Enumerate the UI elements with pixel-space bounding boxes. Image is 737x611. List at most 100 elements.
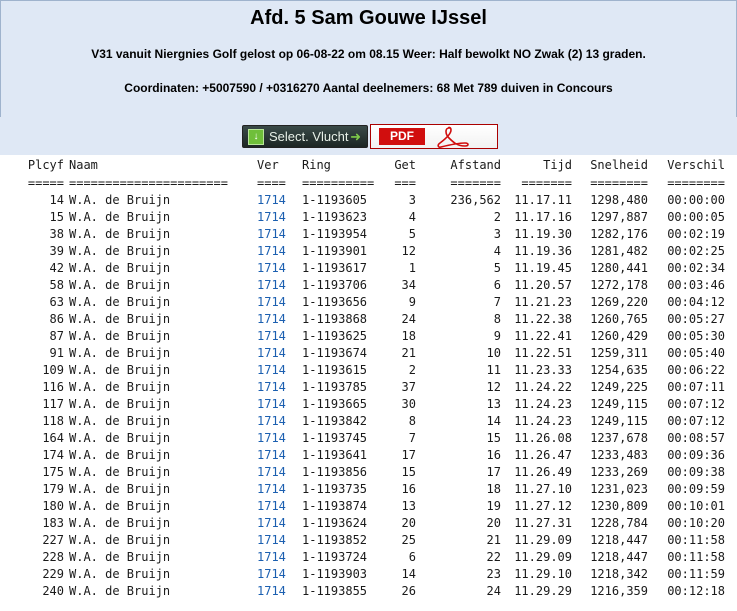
cell-naam: W.A. de Bruijn [69,499,171,513]
download-icon: ↓ [248,129,264,145]
cell-ver: 1714 [257,566,302,583]
table-row: 14 W.A. de Bruijn 1714 1-1193605 3 236,562 11.… [0,192,725,209]
ver-link[interactable]: 1714 [257,312,286,326]
cell-plcyf: 117 [42,397,64,411]
table-row: 227 W.A. de Bruijn 1714 1-1193852 25 21 11.29.… [0,532,725,549]
ver-link[interactable]: 1714 [257,414,286,428]
cell-afstand: 3 [493,227,501,241]
ver-link[interactable]: 1714 [257,227,286,241]
table-row: 180 W.A. de Bruijn 1714 1-1193874 13 19 11.27.… [0,498,725,515]
ver-link[interactable]: 1714 [257,261,286,275]
table-row: 87 W.A. de Bruijn 1714 1-1193625 18 9 11.22.41… [0,328,725,345]
ver-link[interactable]: 1714 [257,550,286,564]
cell-tijd: 11.24.22 [514,380,572,394]
cell-afstand: 23 [486,567,501,581]
ver-link[interactable]: 1714 [257,465,286,479]
ver-link[interactable]: 1714 [257,584,286,598]
cell-get: 4 [408,210,416,224]
cell-plcyf: 58 [49,278,64,292]
ver-link[interactable]: 1714 [257,346,286,360]
ver-link[interactable]: 1714 [257,448,286,462]
ver-link[interactable]: 1714 [257,499,286,513]
cell-naam: W.A. de Bruijn [69,312,171,326]
ver-link[interactable]: 1714 [257,244,286,258]
cell-snelheid: 1298,480 [590,193,648,207]
cell-afstand: 14 [486,414,501,428]
cell-ring: 1-1193735 [302,482,368,496]
cell-tijd: 11.17.11 [514,193,572,207]
cell-snelheid: 1249,225 [590,380,648,394]
cell-ver: 1714 [257,311,302,328]
cell-verschil: 00:07:12 [667,397,725,411]
col-header-naam: Naam [69,158,98,172]
cell-plcyf: 87 [49,329,64,343]
ver-link[interactable]: 1714 [257,533,286,547]
cell-ring: 1-1193855 [302,584,368,598]
cell-ver: 1714 [257,226,302,243]
cell-naam: W.A. de Bruijn [69,193,171,207]
cell-ring: 1-1193706 [302,278,368,292]
cell-ring: 1-1193785 [302,380,368,394]
pdf-button[interactable]: PDF [370,124,498,149]
cell-ring: 1-1193901 [302,244,368,258]
cell-ring: 1-1193624 [302,516,368,530]
select-flight-button[interactable]: ↓ Select. Vlucht ➜ [242,125,368,148]
cell-verschil: 00:00:00 [667,193,725,207]
col-header-get: Get [394,158,416,172]
cell-tijd: 11.22.38 [514,312,572,326]
cell-tijd: 11.19.30 [514,227,572,241]
cell-snelheid: 1233,483 [590,448,648,462]
ver-link[interactable]: 1714 [257,329,286,343]
cell-naam: W.A. de Bruijn [69,329,171,343]
cell-verschil: 00:05:27 [667,312,725,326]
cell-get: 15 [401,465,416,479]
cell-snelheid: 1231,023 [590,482,648,496]
table-row: 164 W.A. de Bruijn 1714 1-1193745 7 15 11.26.0… [0,430,725,447]
ver-link[interactable]: 1714 [257,397,286,411]
cell-plcyf: 116 [42,380,64,394]
cell-plcyf: 39 [49,244,64,258]
cell-afstand: 21 [486,533,501,547]
table-row: 240 W.A. de Bruijn 1714 1-1193855 26 24 11.29.… [0,583,725,600]
cell-afstand: 15 [486,431,501,445]
cell-snelheid: 1218,447 [590,533,648,547]
cell-get: 18 [401,329,416,343]
cell-naam: W.A. de Bruijn [69,584,171,598]
cell-snelheid: 1260,429 [590,329,648,343]
cell-plcyf: 14 [49,193,64,207]
cell-tijd: 11.26.47 [514,448,572,462]
ver-link[interactable]: 1714 [257,431,286,445]
cell-verschil: 00:08:57 [667,431,725,445]
cell-get: 12 [401,244,416,258]
cell-naam: W.A. de Bruijn [69,363,171,377]
ver-link[interactable]: 1714 [257,295,286,309]
col-header-afstand: Afstand [450,158,501,172]
ver-link[interactable]: 1714 [257,380,286,394]
cell-ver: 1714 [257,260,302,277]
cell-get: 25 [401,533,416,547]
cell-verschil: 00:02:25 [667,244,725,258]
cell-snelheid: 1254,635 [590,363,648,377]
cell-plcyf: 38 [49,227,64,241]
cell-get: 17 [401,448,416,462]
table-body: 14 W.A. de Bruijn 1714 1-1193605 3 236,562 11.… [0,192,725,600]
cell-afstand: 13 [486,397,501,411]
ver-link[interactable]: 1714 [257,363,286,377]
ver-link[interactable]: 1714 [257,482,286,496]
cell-tijd: 11.27.10 [514,482,572,496]
separator: ======= [450,176,501,190]
ver-link[interactable]: 1714 [257,278,286,292]
cell-verschil: 00:05:30 [667,329,725,343]
cell-naam: W.A. de Bruijn [69,261,171,275]
ver-link[interactable]: 1714 [257,193,286,207]
cell-snelheid: 1259,311 [590,346,648,360]
results-panel: Plcyf Naam Ver Ring Get Afstand Tijd Sne… [0,155,737,611]
ver-link[interactable]: 1714 [257,516,286,530]
cell-ring: 1-1193623 [302,210,368,224]
cell-snelheid: 1218,342 [590,567,648,581]
cell-tijd: 11.22.51 [514,346,572,360]
coordinates-info: Coordinaten: +5007590 / +0316270 Aantal … [124,81,613,95]
ver-link[interactable]: 1714 [257,210,286,224]
ver-link[interactable]: 1714 [257,567,286,581]
cell-tijd: 11.26.49 [514,465,572,479]
